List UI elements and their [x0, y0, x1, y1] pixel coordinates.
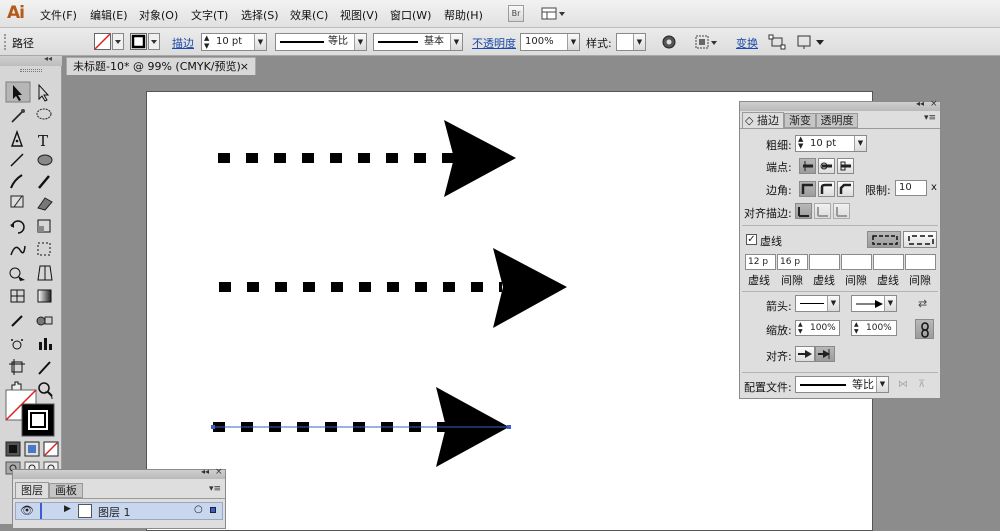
gap-1-label: 间隙 [781, 274, 803, 287]
arrow-right-icon [856, 300, 883, 308]
dashed-checkbox[interactable]: ✓ [746, 234, 757, 245]
layer-row[interactable]: 👁 ▶ 图层 1 ○ [15, 502, 223, 520]
dashed-arrow-2[interactable] [219, 248, 567, 328]
arrow-align-icons [798, 349, 830, 359]
dash-3-label: 虚线 [877, 274, 899, 287]
gap-1-field[interactable]: 16 p [777, 254, 808, 270]
end-scale-value: 100% [866, 323, 892, 333]
target-icon[interactable]: ○ [194, 504, 203, 515]
dash-1-field[interactable]: 12 p [745, 254, 776, 270]
chevron-down-icon[interactable]: ▼ [876, 377, 888, 392]
arrow-align-label: 对齐: [766, 350, 792, 363]
dash-corner-icon [908, 235, 934, 245]
start-arrowhead-dropdown[interactable]: ▼ [795, 295, 840, 312]
dash-2-field[interactable] [809, 254, 840, 270]
stepper-icon[interactable]: ▲ ▼ [798, 136, 803, 150]
collapse-icon[interactable]: ◂◂ [201, 467, 209, 476]
miter-limit-field[interactable]: 10 [895, 180, 927, 196]
dash-1-label: 虚线 [748, 274, 770, 287]
divider [742, 372, 938, 373]
gap-2-field[interactable] [841, 254, 872, 270]
dashed-label: 虚线 [760, 235, 782, 248]
chain-link-icon [921, 322, 929, 338]
chevron-down-icon[interactable]: ▼ [854, 136, 866, 151]
collapse-icon[interactable]: ◂◂ [916, 99, 924, 108]
close-icon[interactable]: × [215, 467, 223, 477]
dashed-arrow-1[interactable] [218, 120, 516, 197]
stepper-icon[interactable]: ▲ ▼ [798, 321, 803, 335]
no-arrow-icon [800, 303, 824, 304]
limit-unit: x [931, 182, 937, 193]
weight-field[interactable]: ▲ ▼ 10 pt ▼ [795, 135, 867, 152]
divider [742, 291, 938, 292]
corner-label: 边角: [766, 184, 792, 197]
panel-options-icon[interactable]: ▾≡ [924, 113, 936, 123]
dash-3-field[interactable] [873, 254, 904, 270]
expand-triangle-icon[interactable]: ▶ [64, 504, 71, 514]
arrowheads-label: 箭头: [766, 300, 792, 313]
profile-line-icon [800, 384, 846, 386]
stepper-icon[interactable]: ▲ ▼ [854, 321, 859, 335]
chevron-down-icon[interactable]: ▼ [827, 296, 839, 311]
scale-label: 缩放: [766, 324, 792, 337]
stroke-panel-header[interactable]: ◂◂ × [740, 99, 940, 111]
chevron-down-icon[interactable]: ▼ [884, 296, 896, 311]
layer-thumbnail [78, 504, 92, 518]
tab-underline [13, 498, 225, 499]
weight-value: 10 pt [810, 138, 837, 149]
profile-label: 配置文件: [744, 381, 792, 394]
tab-transparency[interactable]: 透明度 [816, 113, 858, 128]
profile-value: 等比 [852, 378, 874, 391]
layers-panel-header[interactable]: ◂◂ × [13, 467, 225, 479]
cap-label: 端点: [766, 161, 792, 174]
align-dash-corners-button[interactable] [903, 231, 937, 248]
align-stroke-icons [798, 207, 847, 217]
link-scale-button[interactable] [915, 319, 934, 339]
end-scale-field[interactable]: ▲ ▼ 100% [851, 320, 897, 336]
panel-options-icon[interactable]: ▾≡ [209, 484, 221, 494]
divider [742, 225, 938, 226]
stroke-panel: ◂◂ × ◇ 描边 渐变 透明度 ▾≡ 粗细: ▲ ▼ 10 pt ▼ 端点: 边… [739, 99, 941, 399]
dash-exact-icon [872, 235, 898, 245]
start-scale-value: 100% [810, 323, 836, 333]
end-arrowhead-dropdown[interactable]: ▼ [851, 295, 897, 312]
align-stroke-label: 对齐描边: [744, 207, 792, 220]
tab-underline [740, 128, 940, 129]
tab-stroke[interactable]: ◇ 描边 [742, 112, 784, 128]
selection-indicator[interactable] [210, 507, 216, 513]
flip-along-icon[interactable]: ⋈ [898, 379, 908, 390]
tab-artboards[interactable]: 画板 [49, 483, 83, 498]
preserve-dash-button[interactable] [867, 231, 901, 248]
layer-color-bar [40, 503, 42, 519]
limit-label: 限制: [865, 184, 891, 197]
weight-label: 粗细: [766, 139, 792, 152]
gap-3-label: 间隙 [909, 274, 931, 287]
join-icons [801, 183, 851, 194]
dashed-arrow-3-selected[interactable] [211, 387, 511, 467]
start-scale-field[interactable]: ▲ ▼ 100% [795, 320, 840, 336]
profile-dropdown[interactable]: 等比 ▼ [795, 376, 889, 393]
layers-panel: ◂◂ × 图层 画板 ▾≡ 👁 ▶ 图层 1 ○ [12, 467, 226, 529]
tab-gradient[interactable]: 渐变 [784, 113, 816, 128]
tab-layers[interactable]: 图层 [15, 482, 49, 498]
eye-icon[interactable]: 👁 [20, 504, 34, 517]
flip-across-icon[interactable]: ⊼ [918, 379, 925, 390]
close-icon[interactable]: × [930, 99, 938, 109]
dash-2-label: 虚线 [813, 274, 835, 287]
gap-2-label: 间隙 [845, 274, 867, 287]
cap-icons [803, 161, 851, 171]
swap-arrows-icon[interactable]: ⇄ [918, 297, 927, 310]
gap-3-field[interactable] [905, 254, 936, 270]
layer-name[interactable]: 图层 1 [98, 504, 131, 520]
